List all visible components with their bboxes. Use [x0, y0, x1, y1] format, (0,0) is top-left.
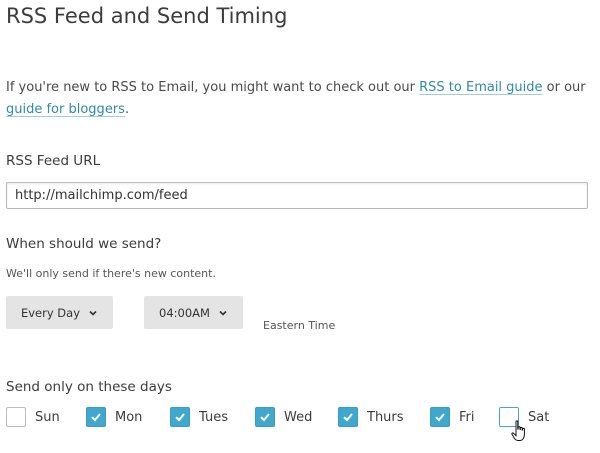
checkmark-icon [91, 413, 101, 422]
intro-text-middle: or our [542, 80, 586, 95]
checkbox-checked[interactable] [338, 407, 358, 427]
page-title: RSS Feed and Send Timing [6, 4, 288, 28]
day-checkbox-wed[interactable]: Wed [255, 405, 312, 429]
rss-guide-link[interactable]: RSS to Email guide [419, 80, 542, 95]
feed-url-input[interactable] [6, 182, 588, 209]
day-checkbox-thurs[interactable]: Thurs [338, 405, 404, 429]
checkmark-icon [260, 413, 270, 422]
intro-text-before: If you're new to RSS to Email, you might… [6, 80, 420, 95]
chevron-down-icon [89, 310, 97, 316]
day-label-tues: Tues [199, 409, 228, 425]
intro-text-after: . [124, 102, 130, 117]
feed-url-label: RSS Feed URL [6, 153, 101, 169]
time-dropdown[interactable]: 04:00AM [144, 296, 243, 329]
time-value: 04:00AM [159, 305, 210, 320]
checkbox-checked[interactable] [86, 407, 106, 427]
day-label-thurs: Thurs [367, 409, 404, 425]
days-heading: Send only on these days [6, 379, 172, 395]
frequency-dropdown[interactable]: Every Day [6, 296, 113, 329]
checkbox[interactable] [6, 407, 26, 427]
day-label-sun: Sun [35, 409, 60, 425]
checkbox-checked[interactable] [170, 407, 190, 427]
day-label-fri: Fri [459, 409, 475, 425]
checkbox-checked[interactable] [255, 407, 275, 427]
day-checkbox-tues[interactable]: Tues [170, 405, 228, 429]
day-checkbox-fri[interactable]: Fri [430, 405, 475, 429]
send-note: We'll only send if there's new content. [6, 267, 216, 280]
checkmark-icon [343, 413, 353, 422]
send-timing-heading: When should we send? [6, 236, 162, 252]
chevron-down-icon [219, 310, 227, 316]
hand-pointer-icon [511, 420, 525, 441]
day-checkbox-sun[interactable]: Sun [6, 405, 60, 429]
day-checkbox-mon[interactable]: Mon [86, 405, 142, 429]
day-label-sat: Sat [528, 409, 550, 425]
bloggers-guide-link[interactable]: guide for bloggers [6, 102, 125, 117]
checkmark-icon [175, 413, 185, 422]
day-label-wed: Wed [284, 409, 313, 425]
intro-paragraph: If you're new to RSS to Email, you might… [6, 77, 591, 121]
checkmark-icon [435, 413, 445, 422]
checkbox-checked[interactable] [430, 407, 450, 427]
frequency-value: Every Day [20, 305, 81, 320]
timezone-label: Eastern Time [263, 319, 336, 332]
day-label-mon: Mon [115, 409, 143, 425]
